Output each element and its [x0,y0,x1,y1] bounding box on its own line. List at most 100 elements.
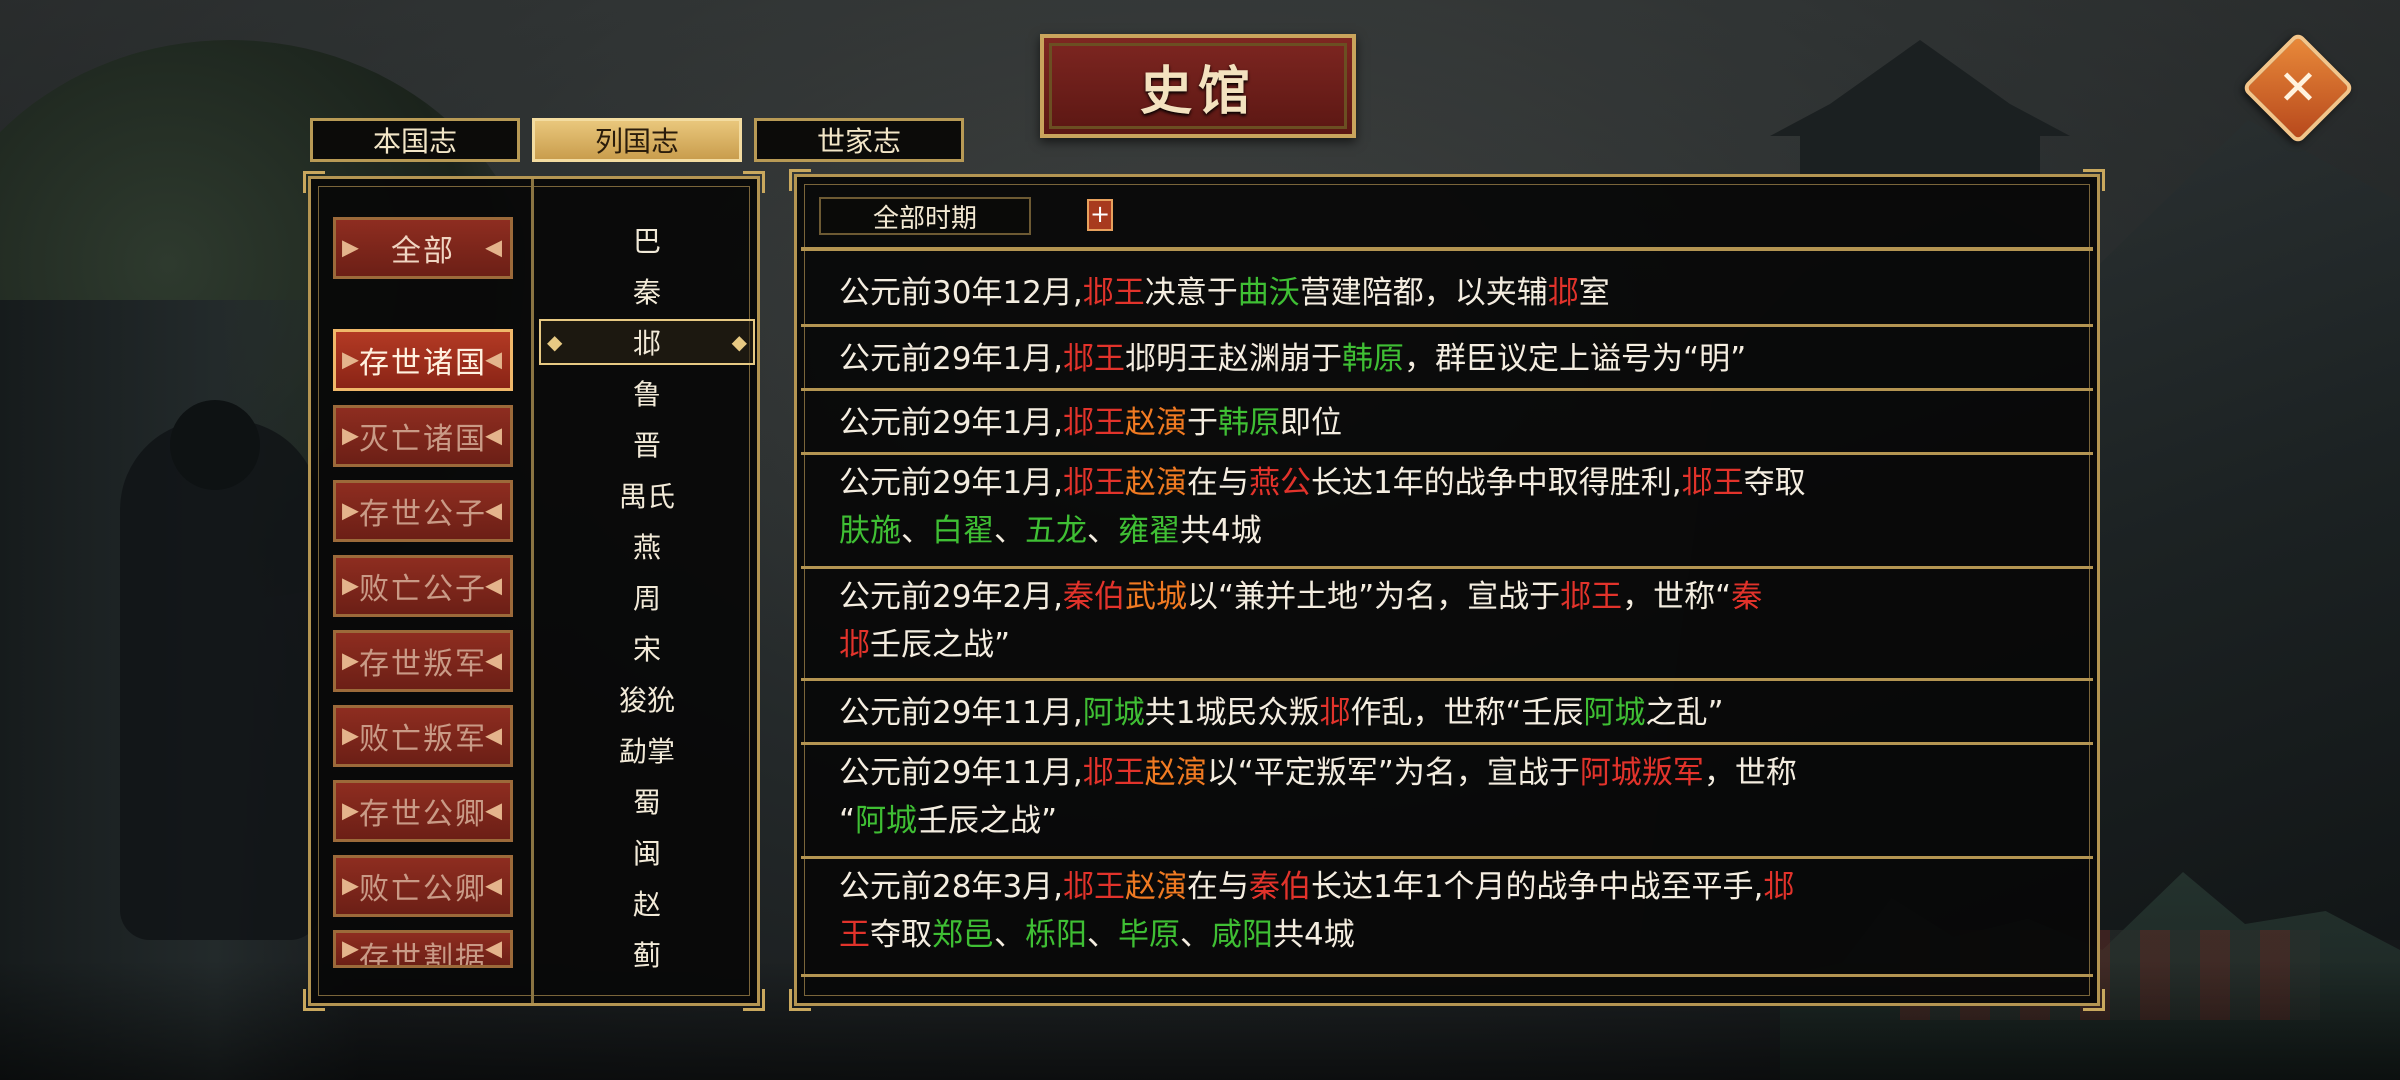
event-text: 秦 [1731,579,1763,615]
category-label: 败亡叛军 [359,722,487,757]
nation-item[interactable]: 巴 [539,217,755,263]
event-text: “ [839,803,856,839]
nation-label: 燕 [632,531,661,564]
event-text: 于 [1187,405,1219,441]
tab-guozhi[interactable]: 本国志 [310,118,520,162]
category-button[interactable]: ▶ 存世公卿 ◀ [333,780,513,842]
event-text: 邶王 [1063,869,1126,905]
arrow-right-icon: ▶ [342,723,361,749]
arrow-right-icon: ▶ [342,873,361,899]
nation-item[interactable]: 鲁 [539,370,755,416]
category-label: 存世割据 [359,941,487,968]
event-text: 邶王 [1063,341,1126,377]
nation-label: 邶 [632,327,661,360]
category-button[interactable]: ▶ 存世公子 ◀ [333,480,513,542]
arrow-left-icon: ◀ [485,936,504,962]
event-text: 室 [1578,275,1610,311]
diamond-icon: ◆ [547,330,563,354]
filter-panel: ▶ 全部 ◀ ▶ 存世诸国 ◀ ▶ 灭亡诸国 ◀ ▶ 存世公子 ◀ ▶ 败亡公子 ◀ ▶ 存世叛军 ◀ ▶ 败亡叛军 ◀… [303,171,765,1011]
event-text: 邶 [1319,695,1351,731]
arrow-left-icon: ◀ [485,648,504,674]
event-text: 咸阳 [1211,917,1273,953]
nation-item[interactable]: 周 [539,574,755,620]
event-text: 公元前29年1月, [839,465,1064,501]
nation-label: 鲁 [632,378,661,411]
nation-item[interactable]: 蜀 [539,778,755,824]
arrow-right-icon: ▶ [342,347,361,373]
history-event: 公元前29年1月,邶王赵演在与燕公长达1年的战争中取得胜利,邶王夺取 肤施、白翟、… [801,455,2093,569]
category-label: 存世诸国 [359,346,487,381]
arrow-left-icon: ◀ [485,573,504,599]
event-text: 邶王 [1082,275,1145,311]
nation-label: 蜀 [632,786,661,819]
event-text: 赵演 [1125,465,1188,501]
event-text: 壬辰之战” [870,627,1011,663]
category-label: 败亡公子 [359,572,487,607]
nation-item[interactable]: 勐掌 [539,727,755,773]
event-text: 公元前29年2月, [839,579,1064,615]
event-text: 之乱” [1645,695,1724,731]
category-button[interactable]: ▶ 存世诸国 ◀ [333,329,513,391]
arrow-right-icon: ▶ [342,423,361,449]
arrow-right-icon: ▶ [342,798,361,824]
nation-label: 晋 [632,429,661,462]
nation-item[interactable]: 蓟 [539,931,755,977]
nation-item[interactable]: 赵 [539,880,755,926]
event-text: 邶明王赵渊崩于 [1125,341,1343,377]
category-button[interactable]: ▶ 全部 ◀ [333,217,513,279]
event-list[interactable]: 公元前30年12月,邶王决意于曲沃营建陪都，以夹辅邶室 公元前29年1月,邶王邶明… [801,261,2093,999]
event-text: 、 [994,917,1025,953]
arrow-right-icon: ▶ [342,936,361,962]
header-rule [801,247,2093,251]
category-button[interactable]: ▶ 败亡公卿 ◀ [333,855,513,917]
close-icon: ✕ [2277,60,2319,116]
event-text: 肤施 [839,513,901,549]
event-text: 以“平定叛军”为名，宣战于 [1206,755,1580,791]
event-text: ，群臣议定上谥号为“明” [1404,341,1747,377]
category-label: 灭亡诸国 [359,422,487,457]
nation-label: 赵 [632,888,661,921]
event-text: 营建陪都，以夹辅 [1299,275,1548,311]
event-text: 邶 [1763,869,1795,905]
event-text: 韩原 [1342,341,1405,377]
history-event: 公元前29年2月,秦伯武城以“兼并土地”为名，宣战于邶王，世称“秦 邶壬辰之战” [801,569,2093,681]
category-button[interactable]: ▶ 败亡公子 ◀ [333,555,513,617]
period-add-button[interactable]: + [1087,199,1113,231]
nation-item[interactable]: 宋 [539,625,755,671]
category-button[interactable]: ▶ 败亡叛军 ◀ [333,705,513,767]
event-text: 秦伯 [1063,579,1126,615]
arrow-left-icon: ◀ [485,423,504,449]
event-text: 赵演 [1125,405,1188,441]
arrow-right-icon: ▶ [342,235,361,261]
event-text: 公元前29年1月, [839,405,1064,441]
nation-item[interactable]: 狻狁 [539,676,755,722]
diamond-icon: ◆ [731,330,747,354]
arrow-left-icon: ◀ [485,798,504,824]
category-button[interactable]: ▶ 存世叛军 ◀ [333,630,513,692]
nation-item[interactable]: 晋 [539,421,755,467]
event-text: 邶 [1547,275,1579,311]
figure-silhouette [120,420,320,940]
category-label: 存世公子 [359,497,487,532]
event-text: 赵演 [1125,869,1188,905]
nation-item[interactable]: 闽 [539,829,755,875]
event-text: 曲沃 [1237,275,1300,311]
event-text: 武城 [1125,579,1188,615]
figure-head [170,400,260,490]
nation-label: 狻狁 [618,684,675,717]
category-button[interactable]: ▶ 灭亡诸国 ◀ [333,405,513,467]
nation-item[interactable]: 秦 [539,268,755,314]
tab-shijiazhi[interactable]: 世家志 [754,118,964,162]
arrow-right-icon: ▶ [342,498,361,524]
nation-item[interactable]: ◆ ◆ 邶 [539,319,755,365]
category-button[interactable]: ▶ 存世割据 ◀ [333,930,513,968]
event-text: 夺取 [1743,465,1806,501]
event-text: 共1城民众叛 [1144,695,1320,731]
event-text: 赵演 [1144,755,1207,791]
event-text: 以“兼并土地”为名，宣战于 [1187,579,1561,615]
period-select[interactable]: 全部时期 [819,197,1031,235]
nation-item[interactable]: 燕 [539,523,755,569]
tab-lieguozhi[interactable]: 列国志 [532,118,742,162]
nation-item[interactable]: 禺氏 [539,472,755,518]
nation-label: 周 [632,582,661,615]
